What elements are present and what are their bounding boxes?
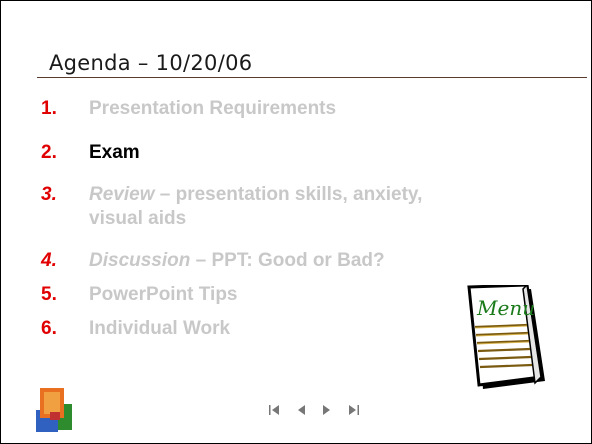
item-number: 6. [41, 318, 57, 339]
title-underline [37, 77, 587, 78]
item-text: Presentation Requirements [89, 98, 337, 119]
office-logo-icon [34, 386, 76, 439]
agenda-item-6: 6. Individual Work [41, 317, 230, 341]
menu-card-icon: Menu [461, 283, 547, 402]
item-number: 5. [41, 284, 57, 305]
item-text-rest: – presentation skills, anxiety, [154, 184, 423, 205]
slide: Agenda – 10/20/06 1. Presentation Requir… [0, 0, 592, 444]
agenda-item-3: 3. Review – presentation skills, anxiety… [41, 183, 422, 231]
item-text: PowerPoint Tips [89, 284, 238, 305]
first-slide-icon[interactable] [267, 403, 283, 417]
item-text-rest: – PPT: Good or Bad? [190, 250, 385, 271]
item-text-continued: visual aids [89, 208, 187, 229]
item-number: 1. [41, 98, 57, 119]
item-emphasis: Review [89, 184, 155, 205]
item-text: Discussion – PPT: Good or Bad? [89, 249, 385, 273]
agenda-item-4: 4. Discussion – PPT: Good or Bad? [41, 249, 385, 273]
last-slide-icon[interactable] [345, 403, 361, 417]
item-emphasis: Discussion [89, 250, 191, 271]
item-text: Exam [89, 142, 140, 163]
item-number: 2. [41, 142, 57, 163]
item-number: 3. [41, 184, 57, 205]
previous-slide-icon[interactable] [293, 403, 309, 417]
next-slide-icon[interactable] [319, 403, 335, 417]
item-text: Individual Work [89, 318, 231, 339]
agenda-item-2: 2. Exam [41, 141, 140, 165]
item-text: Review – presentation skills, anxiety, v… [89, 183, 422, 231]
menu-card-label: Menu [476, 296, 535, 320]
slide-navigation [267, 403, 361, 417]
item-number: 4. [41, 250, 57, 271]
slide-title: Agenda – 10/20/06 [49, 51, 253, 75]
agenda-item-5: 5. PowerPoint Tips [41, 283, 238, 307]
agenda-item-1: 1. Presentation Requirements [41, 97, 336, 121]
